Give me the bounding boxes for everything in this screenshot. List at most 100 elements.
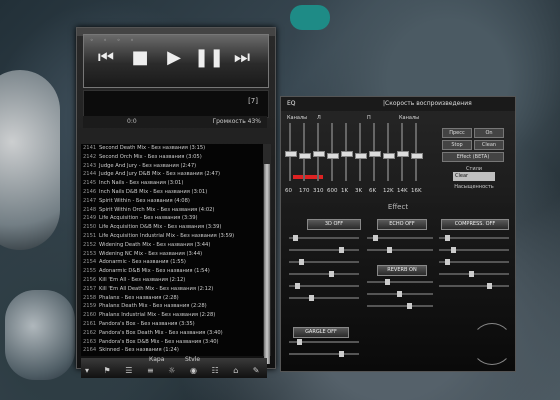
effect-slider[interactable] (367, 303, 433, 309)
effect-slider[interactable] (367, 235, 433, 241)
playlist-row[interactable]: 2164 Skinned - Без названия (1:24) (81, 346, 263, 355)
eq-slider[interactable] (369, 123, 381, 181)
channels-right-label: Каналы (399, 115, 420, 121)
3d-toggle-button[interactable]: 3D OFF (307, 219, 361, 230)
playlist-row[interactable]: 2141 Second Death Mix - Без названия (3:1… (81, 144, 263, 153)
track-number: 2164 (83, 347, 97, 354)
gargle-toggle-button[interactable]: GARGLE OFF (293, 327, 349, 338)
toolbar-icons[interactable]: ▾ ⚑ ☰ ≡ ☼ ◉ ☷ ⌂ ✎ (85, 366, 266, 375)
playlist-row[interactable]: 2158 Phalanx - Без названия (2:28) (81, 294, 263, 303)
effect-slider[interactable] (289, 247, 359, 253)
scroll-thumb[interactable] (264, 164, 270, 364)
pause-icon[interactable]: ❚❚ (194, 45, 224, 71)
effect-slider[interactable] (439, 259, 509, 265)
effect-title: Effect (387, 203, 409, 211)
effect-slider[interactable] (367, 291, 433, 297)
effect-slider[interactable] (439, 271, 509, 277)
effect-slider[interactable] (439, 247, 509, 253)
effect-slider[interactable] (289, 259, 359, 265)
stop-icon[interactable]: ■ (126, 45, 154, 71)
eq-slider[interactable] (383, 123, 395, 181)
eq-window: EQ |Скорость воспроизведения Каналы Л П … (280, 96, 516, 372)
effect-slider[interactable] (439, 283, 509, 289)
playlist-row[interactable]: 2165Skinned D&B Mix - Без названия (1:28… (81, 355, 263, 356)
effect-beta-button[interactable]: Effect (BETA) (442, 152, 504, 162)
playlist-row[interactable]: 2143 Judge And Jury - Без названия (2:47) (81, 162, 263, 171)
playlist-row[interactable]: 2154 Adonarmic - Без названия (1:55) (81, 258, 263, 267)
effect-slider[interactable] (367, 247, 433, 253)
effect-slider[interactable] (439, 235, 509, 241)
eq-sliders (285, 123, 435, 183)
echo-toggle-button[interactable]: ECHO OFF (377, 219, 427, 230)
frequency-label: 310 (313, 188, 324, 194)
playlist[interactable]: 2141 Second Death Mix - Без названия (3:1… (81, 144, 263, 356)
track-number: 2163 (83, 338, 97, 345)
playlist-row[interactable]: 2142 Second Orch Mix - Без названия (3:05… (81, 153, 263, 162)
effect-slider[interactable] (289, 351, 359, 357)
track-number: 2150 (83, 224, 97, 231)
playlist-row[interactable]: 2159 Phalanx Death Mix - Без названия (2:… (81, 302, 263, 311)
track-number: 2160 (83, 312, 97, 319)
effect-slider[interactable] (367, 279, 433, 285)
reverb-toggle-button[interactable]: REVERB ON (377, 265, 427, 276)
playlist-row[interactable]: 2145 Inch Nails - Без названия (3:01) (81, 179, 263, 188)
effect-slider[interactable] (289, 235, 359, 241)
astronaut-image (0, 70, 60, 250)
track-title: Inch Nails D&B Mix - Без названия (3:01) (99, 188, 208, 195)
eq-slider[interactable] (313, 123, 325, 181)
effect-slider[interactable] (289, 295, 359, 301)
window-buttons[interactable]: ◦ ◦ ◦ ◦ (90, 37, 138, 44)
playlist-row[interactable]: 2149 Life Acquisition - Без названия (3:3… (81, 214, 263, 223)
effect-slider[interactable] (289, 271, 359, 277)
playlist-row[interactable]: 2157 Kill 'Em All Death Mix - Без названи… (81, 285, 263, 294)
volume-bar[interactable]: 0:0 Громкость 43% (83, 116, 267, 128)
preset-button[interactable]: Пресс (442, 128, 472, 138)
eq-slider[interactable] (411, 123, 423, 181)
track-title: Inch Nails - Без названия (3:01) (99, 180, 184, 187)
track-title: Second Death Mix - Без названия (3:15) (99, 145, 206, 151)
playlist-row[interactable]: 2163 Pandora's Box D&B Mix - Без названия… (81, 338, 263, 347)
track-number: 2149 (83, 215, 97, 222)
track-number: 2146 (83, 188, 97, 195)
playlist-row[interactable]: 2147 Spirit Within - Без названия (4:08) (81, 197, 263, 206)
playlist-row[interactable]: 2151 Life Acquisition Industrial Mix - Бе… (81, 232, 263, 241)
frequency-label: 6K (369, 188, 377, 194)
playlist-toolbar: Кара Stvle ▾ ⚑ ☰ ≡ ☼ ◉ ☷ ⌂ ✎ (81, 356, 267, 378)
track-title: Judge And Jury D&B Mix - Без названия (2… (99, 171, 221, 178)
track-title: Kill 'Em All Death Mix - Без названия (2… (99, 285, 214, 292)
playlist-row[interactable]: 2146 Inch Nails D&B Mix - Без названия (3… (81, 188, 263, 197)
playlist-row[interactable]: 2144 Judge And Jury D&B Mix - Без названи… (81, 170, 263, 179)
effect-slider[interactable] (289, 339, 359, 345)
on-button[interactable]: On (474, 128, 504, 138)
track-number: 2142 (83, 153, 97, 160)
playlist-scrollbar[interactable] (263, 144, 271, 364)
clean-button[interactable]: Clean (474, 140, 504, 150)
compress-toggle-button[interactable]: COMPRESS. OFF (441, 219, 509, 230)
eq-slider[interactable] (299, 123, 311, 181)
playlist-row[interactable]: 2156 Kill 'Em All - Без названия (2:12) (81, 276, 263, 285)
style-select[interactable]: Clear (453, 172, 495, 181)
next-icon[interactable]: ⏭ (228, 45, 256, 71)
eq-slider[interactable] (397, 123, 409, 181)
playlist-row[interactable]: 2160 Phalanx Industrial Mix - Без названи… (81, 311, 263, 320)
track-title: Judge And Jury - Без названия (2:47) (99, 162, 197, 169)
play-icon[interactable]: ▶ (160, 45, 188, 71)
eq-slider[interactable] (327, 123, 339, 181)
playlist-row[interactable]: 2152 Widening Death Mix - Без названия (3… (81, 241, 263, 250)
eq-slider[interactable] (285, 123, 297, 181)
eq-slider[interactable] (341, 123, 353, 181)
track-title: Life Acquisition Industrial Mix - Без на… (99, 232, 235, 239)
prev-icon[interactable]: ⏮ (92, 45, 120, 71)
eq-slider[interactable] (355, 123, 367, 181)
stop-button[interactable]: Stop (442, 140, 472, 150)
playlist-row[interactable]: 2161 Pandora's Box - Без названия (3:35) (81, 320, 263, 329)
time-display: 0:0 (127, 118, 137, 125)
playlist-row[interactable]: 2153 Widening NC Mix - Без названия (3:44… (81, 250, 263, 259)
playlist-row[interactable]: 2155 Adonarmic D&B Mix - Без названия (1:… (81, 267, 263, 276)
playlist-row[interactable]: 2148 Spirit Within Orch Mix - Без названи… (81, 206, 263, 215)
channel-p-label: П (367, 115, 371, 121)
playlist-row[interactable]: 2150 Life Acquisition D&B Mix - Без назва… (81, 223, 263, 232)
playlist-row[interactable]: 2162 Pandora's Box Death Mix - Без назван… (81, 329, 263, 338)
track-number: 2145 (83, 180, 97, 187)
effect-slider[interactable] (289, 283, 359, 289)
